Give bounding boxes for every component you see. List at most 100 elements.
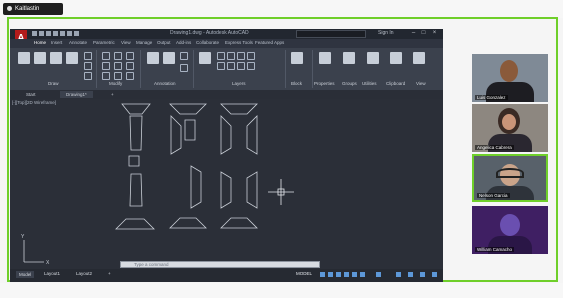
file-tab-start[interactable]: Start [20, 91, 42, 98]
osnap-icon[interactable] [352, 272, 357, 277]
tab-insert[interactable]: Insert [51, 40, 62, 45]
text-tool-icon[interactable] [147, 52, 159, 64]
panel-layers-label[interactable]: Layers [232, 81, 246, 86]
tab-add-ins[interactable]: Add-ins [176, 40, 191, 45]
copy-icon[interactable] [102, 62, 110, 70]
file-tab-drawing1[interactable]: Drawing1* [60, 91, 93, 98]
tab-home[interactable]: Home [34, 40, 46, 45]
layout-tab-layout2[interactable]: Layout2 [76, 271, 92, 276]
panel-groups-label[interactable]: Groups [342, 81, 357, 86]
layer-color-icon[interactable] [247, 52, 255, 60]
redo-icon[interactable] [74, 31, 79, 36]
panel-modify-label[interactable]: Modify [109, 81, 122, 86]
table-icon[interactable] [180, 64, 188, 72]
hatch-icon[interactable] [84, 62, 92, 70]
trim-icon[interactable] [126, 52, 134, 60]
fullscreen-icon[interactable] [420, 272, 425, 277]
ortho-icon[interactable] [336, 272, 341, 277]
array-icon[interactable] [126, 72, 134, 80]
save-icon[interactable] [46, 31, 51, 36]
command-input[interactable]: Type a command [134, 261, 169, 268]
panel-properties-label[interactable]: Properties [314, 81, 335, 86]
layer-match-icon[interactable] [227, 62, 235, 70]
new-tab-button[interactable]: + [105, 91, 120, 98]
screen-share-badge[interactable]: Kaitlastin [3, 3, 63, 15]
panel-annotation-label[interactable]: Annotation [154, 81, 176, 86]
participant-tile[interactable]: William Camacho [472, 206, 548, 254]
annotation-scale-icon[interactable] [376, 272, 381, 277]
match-properties-icon[interactable] [319, 52, 331, 64]
layer-lock-icon[interactable] [237, 52, 245, 60]
grid-icon[interactable] [320, 272, 325, 277]
layer-previous-icon[interactable] [237, 62, 245, 70]
insert-block-icon[interactable] [291, 52, 303, 64]
model-space-button[interactable]: MODEL [296, 271, 312, 276]
tab-featured-apps[interactable]: Featured Apps [255, 40, 284, 45]
layer-freeze-icon[interactable] [227, 52, 235, 60]
layer-properties-icon[interactable] [199, 52, 211, 64]
group-icon[interactable] [343, 52, 355, 64]
segment-b [246, 115, 258, 155]
polar-icon[interactable] [344, 272, 349, 277]
stretch-icon[interactable] [102, 72, 110, 80]
rectangle-icon[interactable] [84, 52, 92, 60]
tab-collaborate[interactable]: Collaborate [196, 40, 219, 45]
layout-tab-model[interactable]: Model [16, 271, 35, 278]
panel-separator [285, 50, 286, 88]
tab-express-tools[interactable]: Express Tools [225, 40, 253, 45]
measure-icon[interactable] [367, 52, 379, 64]
close-icon[interactable]: × [431, 30, 438, 37]
arc-tool-icon[interactable] [66, 52, 78, 64]
layer-on-icon[interactable] [217, 52, 225, 60]
tab-parametric[interactable]: Parametric [93, 40, 115, 45]
drawing-canvas[interactable]: Y X [10, 102, 443, 267]
participant-tile[interactable]: Luis Gonzalez [472, 54, 548, 102]
signin-button[interactable]: Sign In [378, 30, 394, 36]
tab-output[interactable]: Output [157, 40, 171, 45]
customize-menu-icon[interactable] [432, 272, 437, 277]
layout-tab-layout1[interactable]: Layout1 [44, 271, 60, 276]
layer-isolate-icon[interactable] [217, 62, 225, 70]
minimize-icon[interactable]: – [410, 30, 417, 37]
panel-draw-label[interactable]: Draw [48, 81, 59, 86]
tab-manage[interactable]: Manage [136, 40, 152, 45]
segment-a [220, 103, 258, 115]
search-input[interactable] [296, 30, 366, 38]
plot-icon[interactable] [60, 31, 65, 36]
line-tool-icon[interactable] [18, 52, 30, 64]
window-title: Drawing1.dwg - Autodesk AutoCAD [170, 30, 249, 36]
gradient-icon[interactable] [84, 72, 92, 80]
layer-walk-icon[interactable] [247, 62, 255, 70]
tab-annotate[interactable]: Annotate [69, 40, 87, 45]
open-icon[interactable] [39, 31, 44, 36]
participant-tile[interactable]: Angelica Cabrera [472, 104, 548, 152]
snap-icon[interactable] [328, 272, 333, 277]
move-icon[interactable] [102, 52, 110, 60]
panel-block-label[interactable]: Block [291, 81, 302, 86]
participant-tile-active-speaker[interactable]: Nelson Garcia [472, 154, 548, 202]
isolate-objects-icon[interactable] [408, 272, 413, 277]
panel-clipboard-label[interactable]: Clipboard [386, 81, 405, 86]
ucs-y-label: Y [21, 234, 25, 240]
paste-icon[interactable] [390, 52, 402, 64]
circle-tool-icon[interactable] [50, 52, 62, 64]
undo-icon[interactable] [67, 31, 72, 36]
scale-icon[interactable] [114, 72, 122, 80]
workspace-gear-icon[interactable] [396, 272, 401, 277]
tab-view[interactable]: View [121, 40, 131, 45]
mirror-icon[interactable] [114, 62, 122, 70]
leader-icon[interactable] [180, 52, 188, 60]
save-as-icon[interactable] [53, 31, 58, 36]
fillet-icon[interactable] [126, 62, 134, 70]
polyline-tool-icon[interactable] [34, 52, 46, 64]
view-icon[interactable] [413, 52, 425, 64]
add-layout-button[interactable]: + [108, 271, 111, 276]
new-icon[interactable] [32, 31, 37, 36]
participant-name: Nelson Garcia [477, 193, 510, 198]
panel-view-label[interactable]: View [416, 81, 426, 86]
dimension-tool-icon[interactable] [163, 52, 175, 64]
restore-icon[interactable]: □ [420, 30, 427, 37]
otrack-icon[interactable] [360, 272, 365, 277]
rotate-icon[interactable] [114, 52, 122, 60]
panel-utilities-label[interactable]: Utilities [362, 81, 377, 86]
